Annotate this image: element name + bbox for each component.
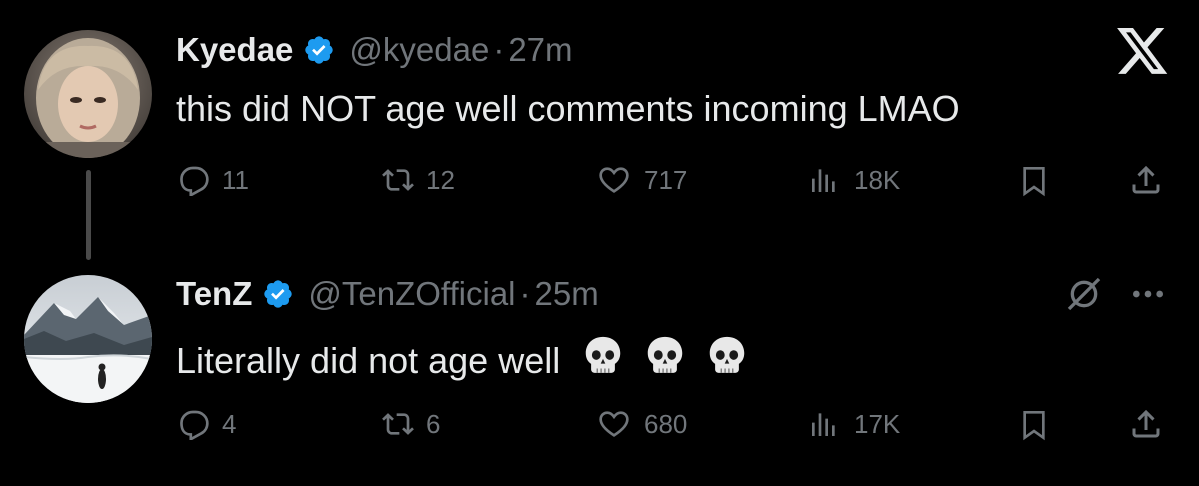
- repost-button[interactable]: 12: [380, 164, 455, 196]
- reply-icon: [178, 408, 210, 440]
- author-name[interactable]: TenZ: [176, 275, 252, 313]
- views-icon: [806, 164, 842, 196]
- separator-dot: ·: [493, 31, 505, 68]
- repost-count: 6: [426, 408, 441, 439]
- verified-badge-icon: [303, 34, 335, 66]
- views-count: 18K: [854, 164, 901, 195]
- kyedae-header: Kyedae @kyedae · 27m: [176, 30, 573, 70]
- separator-dot: ·: [519, 275, 531, 312]
- reply-icon: [178, 164, 210, 196]
- repost-count: 12: [426, 164, 455, 195]
- grok-icon[interactable]: [1062, 274, 1106, 319]
- skull-emoji-icon: [580, 332, 626, 389]
- share-icon[interactable]: [1128, 162, 1164, 203]
- like-count: 680: [644, 408, 688, 439]
- reply-button[interactable]: 11: [178, 164, 249, 196]
- thread-connector: [86, 170, 91, 260]
- views-button[interactable]: 17K: [806, 408, 900, 440]
- author-handle[interactable]: @kyedae: [349, 31, 489, 69]
- like-count: 717: [644, 164, 688, 195]
- like-button[interactable]: 680: [596, 408, 687, 440]
- views-icon: [806, 408, 842, 440]
- views-button[interactable]: 18K: [806, 164, 900, 196]
- tenz-avatar[interactable]: [24, 275, 152, 403]
- like-button[interactable]: 717: [596, 164, 687, 196]
- bookmark-icon[interactable]: [1018, 408, 1050, 447]
- reply-text-row: Literally did not age well: [176, 332, 750, 389]
- author-handle[interactable]: @TenZOfficial: [308, 275, 515, 313]
- kyedae-avatar[interactable]: [24, 30, 152, 158]
- reply-count: 11: [222, 164, 249, 195]
- repost-icon: [380, 408, 416, 440]
- skull-emoji-icon: [704, 332, 750, 389]
- repost-button[interactable]: 6: [380, 408, 440, 440]
- reply-button[interactable]: 4: [178, 408, 236, 440]
- tenz-header: TenZ @TenZOfficial · 25m: [176, 274, 599, 314]
- verified-badge-icon: [262, 278, 294, 310]
- post-time[interactable]: 27m: [508, 31, 572, 69]
- like-icon: [596, 164, 632, 196]
- post-time[interactable]: 25m: [535, 275, 599, 313]
- reply-count: 4: [222, 408, 237, 439]
- like-icon: [596, 408, 632, 440]
- more-icon[interactable]: [1128, 280, 1168, 313]
- x-logo-icon[interactable]: [1116, 28, 1170, 81]
- share-icon[interactable]: [1128, 406, 1164, 447]
- views-count: 17K: [854, 408, 901, 439]
- reply-text: Literally did not age well: [176, 339, 561, 381]
- skull-emoji-icon: [642, 332, 688, 389]
- post-text: this did NOT age well comments incoming …: [176, 88, 960, 129]
- author-name[interactable]: Kyedae: [176, 31, 293, 69]
- bookmark-icon[interactable]: [1018, 164, 1050, 203]
- repost-icon: [380, 164, 416, 196]
